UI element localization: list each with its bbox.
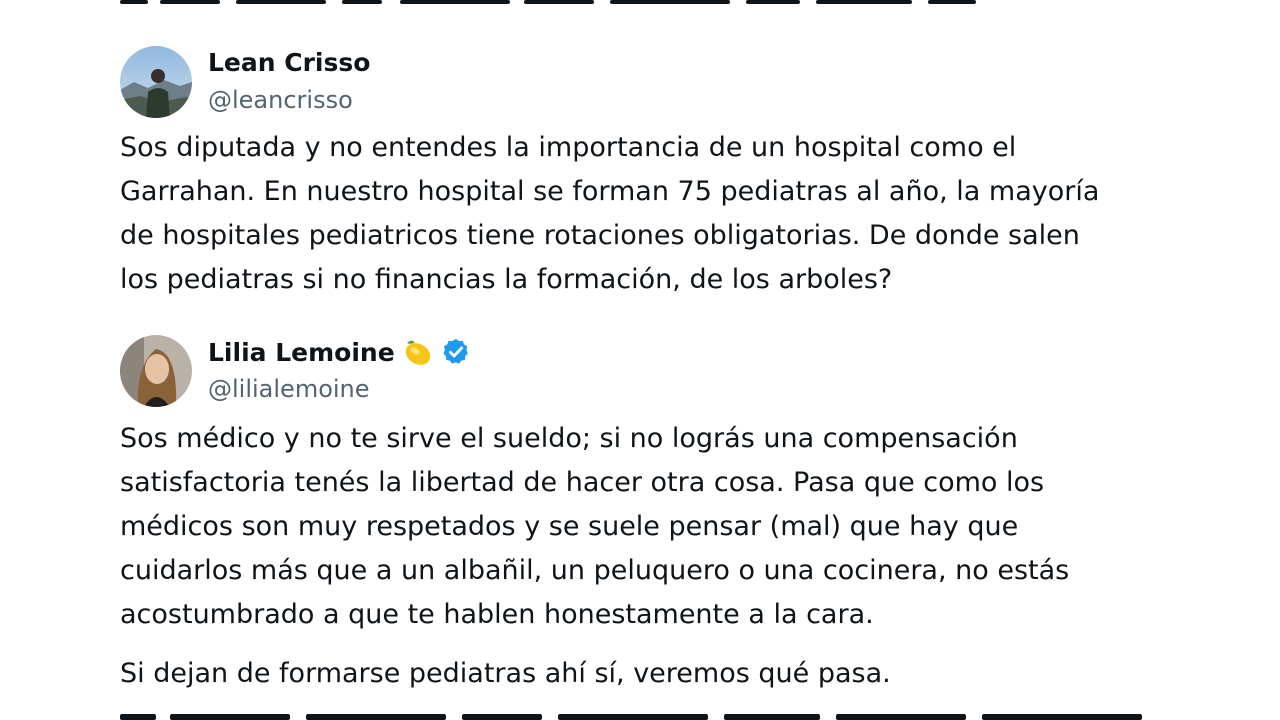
avatar[interactable]: [120, 46, 192, 118]
tweet-paragraph: Sos diputada y no entendes la importanci…: [120, 132, 1100, 295]
display-name-text[interactable]: Lean Crisso: [208, 48, 370, 77]
tweet-paragraph: Sos médico y no te sirve el sueldo; si n…: [120, 423, 1070, 630]
display-name[interactable]: Lean Crisso: [208, 48, 370, 77]
lemon-icon: [401, 337, 435, 367]
verified-badge-icon[interactable]: [441, 337, 471, 367]
tweet-lilia-lemoine: Lilia Lemoine @lilialemoine Sos médico y…: [120, 335, 1180, 696]
display-name-text[interactable]: Lilia Lemoine: [208, 338, 395, 367]
display-name[interactable]: Lilia Lemoine: [208, 337, 471, 367]
user-handle[interactable]: @lilialemoine: [208, 375, 370, 403]
clipped-text-bottom: [120, 712, 1160, 720]
tweet-header: Lilia Lemoine @lilialemoine: [120, 335, 1180, 411]
clipped-text-top: [120, 0, 1160, 6]
tweet-text: Sos diputada y no entendes la importanci…: [120, 126, 1180, 302]
avatar[interactable]: [120, 335, 192, 407]
tweet-lean-crisso: Lean Crisso @leancrisso Sos diputada y n…: [120, 46, 1180, 302]
user-handle[interactable]: @leancrisso: [208, 86, 353, 114]
tweet-header: Lean Crisso @leancrisso: [120, 46, 1180, 122]
tweet-paragraph: Si dejan de formarse pediatras ahí sí, v…: [120, 658, 891, 689]
tweet-text: Sos médico y no te sirve el sueldo; si n…: [120, 417, 1180, 696]
